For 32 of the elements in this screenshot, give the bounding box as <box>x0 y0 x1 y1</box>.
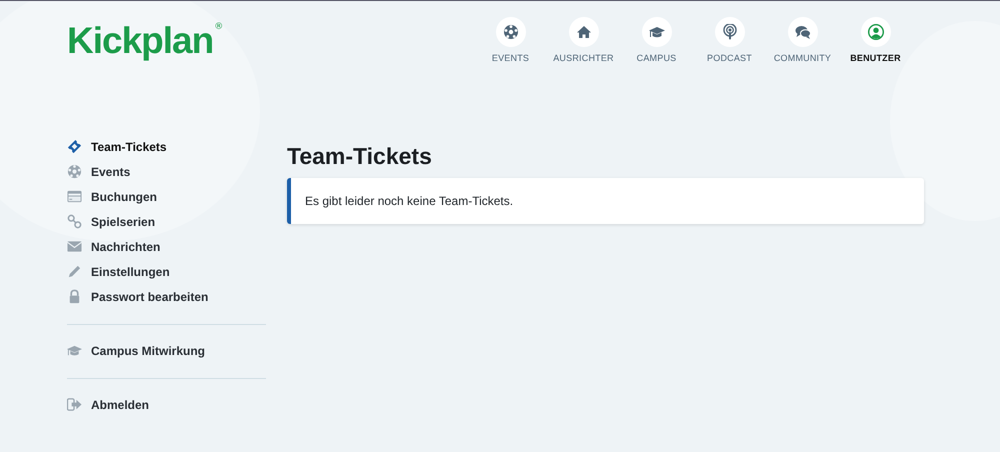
nav-link[interactable]: PODCAST <box>693 17 766 63</box>
sidebar-item[interactable]: Campus Mitwirkung <box>67 341 206 360</box>
sidebar-item[interactable]: Events <box>67 162 130 181</box>
sidebar-item[interactable]: Spielserien <box>67 212 156 231</box>
sidebar-item[interactable]: Buchungen <box>67 187 157 206</box>
nav-link[interactable]: COMMUNITY <box>766 17 839 63</box>
lock-icon <box>67 289 82 304</box>
nav-link[interactable]: BENUTZER <box>839 17 912 63</box>
sidebar-item[interactable]: Einstellungen <box>67 262 170 281</box>
pencil-icon <box>67 264 82 279</box>
graduation-cap-icon <box>67 343 82 358</box>
ball-icon <box>502 24 518 40</box>
user-icon <box>868 24 884 40</box>
sidebar-item[interactable]: Nachrichten <box>67 237 160 256</box>
page-title: Team-Tickets <box>287 143 432 170</box>
chat-bubbles-icon <box>794 24 810 40</box>
chain-link-icon <box>67 214 82 229</box>
podcast-icon <box>722 24 738 40</box>
envelope-icon <box>67 239 82 254</box>
nav-link[interactable]: CAMPUS <box>620 17 693 63</box>
graduation-cap-icon <box>648 24 664 40</box>
logout-icon <box>67 397 82 412</box>
sidebar-item[interactable]: Team-Tickets <box>67 137 167 156</box>
nav-link[interactable]: EVENTS <box>474 17 547 63</box>
house-icon <box>576 24 592 40</box>
registered-mark: ® <box>214 21 224 33</box>
sidebar-item[interactable]: Passwort bearbeiten <box>67 287 208 306</box>
sidebar-item[interactable]: Abmelden <box>67 395 150 414</box>
notice-text: Es gibt leider noch keine Team-Tickets. <box>305 194 514 208</box>
nav-link[interactable]: AUSRICHTER <box>547 17 620 63</box>
ball-icon <box>67 164 82 179</box>
ticket-icon <box>67 139 82 154</box>
